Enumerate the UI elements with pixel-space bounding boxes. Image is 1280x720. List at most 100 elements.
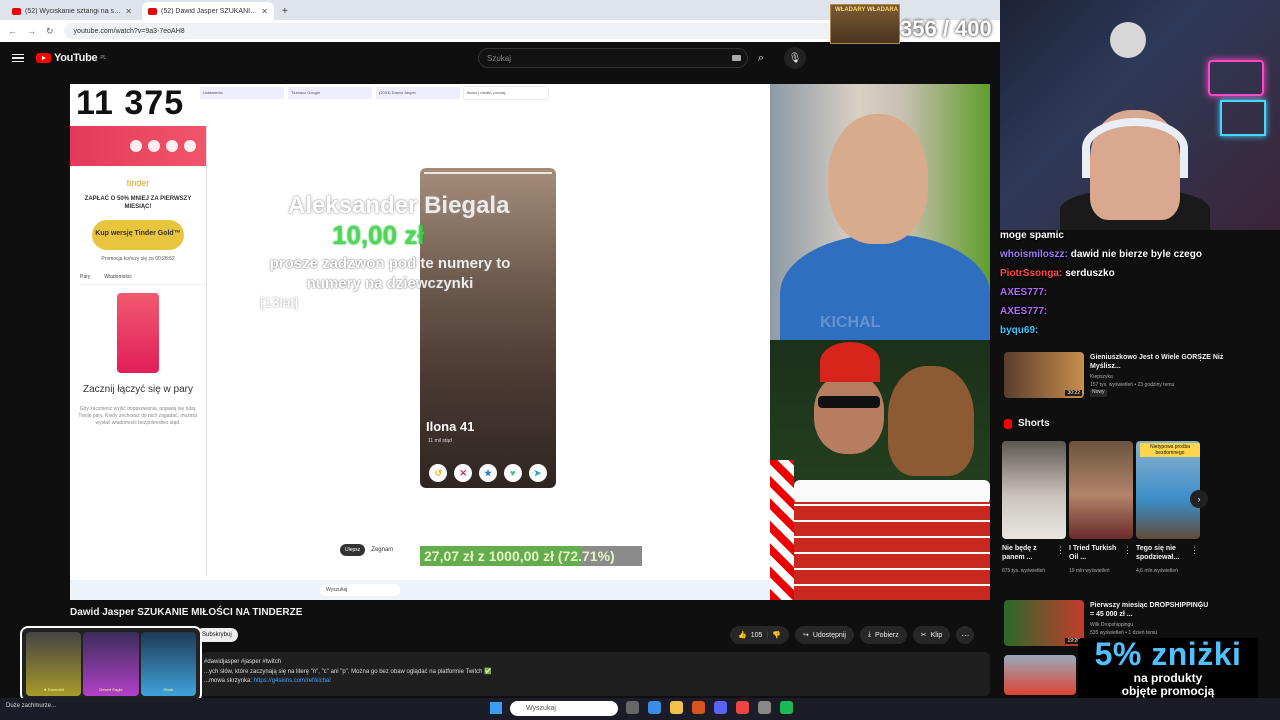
donation-amount: 10,00 zł [332,220,425,250]
description-link[interactable]: https://g4skins.com/ref/kichal [254,678,331,684]
video-actions: 👍 105 | 👎 ↪ Udostępnij ⤓ Pobierz ✂ Klip … [730,626,975,644]
app-icon[interactable] [692,701,705,714]
search-button[interactable]: ⌕ [750,48,772,68]
thumbs-down-icon[interactable]: 👎 [772,631,781,639]
super-like-icon: ★ [478,464,497,482]
logo-region: PL [100,55,106,61]
tinder-tabs: Pary Wiadomości [80,274,206,285]
related-thumbnail[interactable] [1004,655,1076,695]
subscribe-button[interactable]: Subskrybuj [196,628,238,642]
cam-watermark: KICHAL [820,314,881,331]
share-label: Udostępnij [812,631,846,639]
profile-name: Ilona 41 [426,419,475,434]
voice-search-button[interactable]: 🎙 [784,47,806,69]
task-view-icon[interactable] [626,701,639,714]
more-options-icon[interactable]: ⋮ [1056,545,1065,556]
app-icon[interactable] [758,701,771,714]
url-field[interactable]: youtube.com/watch?v=9a3-7eoAH8 [63,23,864,39]
forward-icon[interactable]: → [27,26,36,36]
progress-text: 27,07 zł z 1000,00 zł (72.71%) [424,548,615,564]
short-views: 4,6 mln wyświetleń [1136,568,1178,574]
like-button[interactable]: 👍 105 | 👎 [730,626,789,644]
skin-card: Glock [140,632,196,696]
browser-tab[interactable]: (52) Wyciskanie sztangi na stoj... ✕ [6,2,138,20]
related-thumbnail[interactable]: 19:20 [1004,600,1084,646]
short-views: 875 tys. wyświetleń [1002,568,1046,574]
clip-button[interactable]: ✂ Klip [912,626,951,644]
related-thumbnail[interactable]: 30:22 [1004,352,1084,398]
chat-message: AXES777: [1000,302,1280,321]
more-options-icon[interactable]: ⋮ [1123,545,1132,556]
shorts-next-button[interactable]: › [1190,490,1208,508]
close-tab-icon[interactable]: ✕ [261,7,268,16]
photo-progress-bar [424,172,552,174]
chat-message: byqu69: [1000,321,1280,340]
discord-icon[interactable] [714,701,727,714]
related-meta: Wilk Dropshippingu 535 wyświetleń • 1 dz… [1090,622,1210,637]
back-icon[interactable]: ← [8,26,17,36]
short-thumbnail[interactable] [1002,441,1066,539]
taskbar-apps [626,701,793,714]
shorts-icon [1004,418,1012,429]
related-title[interactable]: Gieniuszkowo Jest o Wiele GORSZE Niż Myś… [1090,353,1250,371]
short-title[interactable]: Tego się nie spodziewał... [1136,544,1190,563]
inner-tab: Tłumacz Google [288,87,372,99]
related-channel: Wilk Dropshippingu [1090,622,1134,628]
headphones-icon [1082,118,1188,178]
windows-start-icon[interactable] [490,702,502,714]
more-options-icon[interactable]: ⋮ [1196,352,1205,363]
app-icon[interactable] [736,701,749,714]
chat-user: AXES777: [1000,287,1048,298]
microphone-icon: 🎙 [788,52,802,64]
search-input[interactable]: Szukaj [478,48,748,68]
browser-tab-title: (52) Wyciskanie sztangi na stoj... [25,7,122,15]
video-player[interactable]: 11 375 Ustawienia Tłumacz Google (2003) … [70,84,990,600]
hamburger-menu-icon[interactable] [12,53,24,63]
chat-text: serduszko [1065,268,1115,279]
youtube-play-icon [36,53,51,63]
more-actions-button[interactable]: ⋯ [956,626,975,644]
short-thumbnail[interactable]: Nietypowa prośba bezdomnego [1136,441,1200,539]
wladary-label: WŁADARY WŁADARA [835,7,898,13]
short-thumbnail[interactable] [1069,441,1133,539]
close-tab-icon[interactable]: ✕ [125,7,132,16]
more-icon: ⋯ [961,630,970,640]
reload-icon[interactable]: ↻ [46,26,54,37]
donation-goal-progress: 27,07 zł z 1000,00 zł (72.71%) [420,546,642,566]
short-title[interactable]: Nie będę z panem ... [1002,544,1052,563]
share-button[interactable]: ↪ Udostępnij [794,626,854,644]
related-channel: Kiepszyka [1090,374,1113,380]
new-tab-button[interactable]: + [282,6,288,17]
stream-counter: 11 375 [76,84,185,122]
taskbar-search-input[interactable]: Wyszukaj [510,701,618,716]
logo-text: YouTube [54,52,98,64]
inner-taskbar: Wyszukaj [70,580,770,600]
folder-icon[interactable] [670,701,683,714]
search-placeholder: Szukaj [487,53,512,63]
browser-tab-active[interactable]: (52) Dawid Jasper SZUKANIE... ✕ [142,2,274,20]
keyboard-icon[interactable] [732,55,741,61]
chat-user: whoismiloszz: [1000,249,1068,260]
chrome-icon[interactable] [648,701,661,714]
profile-actions: ↺ ✕ ★ ♥ ➤ [420,464,556,482]
youtube-logo[interactable]: YouTube PL [36,52,106,64]
inner-bottom-row: Ulepsz Zegnam [340,544,393,556]
related-title[interactable]: Pierwszy miesiąc DROPSHIPPINGU = 45 000 … [1090,601,1210,619]
like-icon: ♥ [503,464,522,482]
chat-text: dawid nie bierze byle czego [1070,249,1202,260]
tinder-topbar [70,126,206,166]
short-title[interactable]: I Tried Turkish Oil ... [1069,544,1119,563]
more-options-icon[interactable]: ⋮ [1190,545,1199,556]
weather-widget[interactable]: Duże zachmurze... [6,703,56,709]
skins-promo-overlay: ★ Karambit Desert Eagle Glock [20,626,202,702]
thumbs-up-icon: 👍 [738,632,747,639]
more-options-icon[interactable]: ⋮ [1196,600,1205,611]
nope-icon: ✕ [454,464,473,482]
share-icon: ↪ [802,632,809,639]
video-description[interactable]: #dawidjasper #jasper #twitch ...ych słów… [200,652,990,696]
stream-chat: moge spamic whoismiloszz: dawid nie bierz… [1000,226,1280,340]
spotify-icon[interactable] [780,701,793,714]
christmas-overlay-image [770,340,990,600]
search-icon: ⌕ [757,51,765,64]
download-button[interactable]: ⤓ Pobierz [859,626,907,644]
